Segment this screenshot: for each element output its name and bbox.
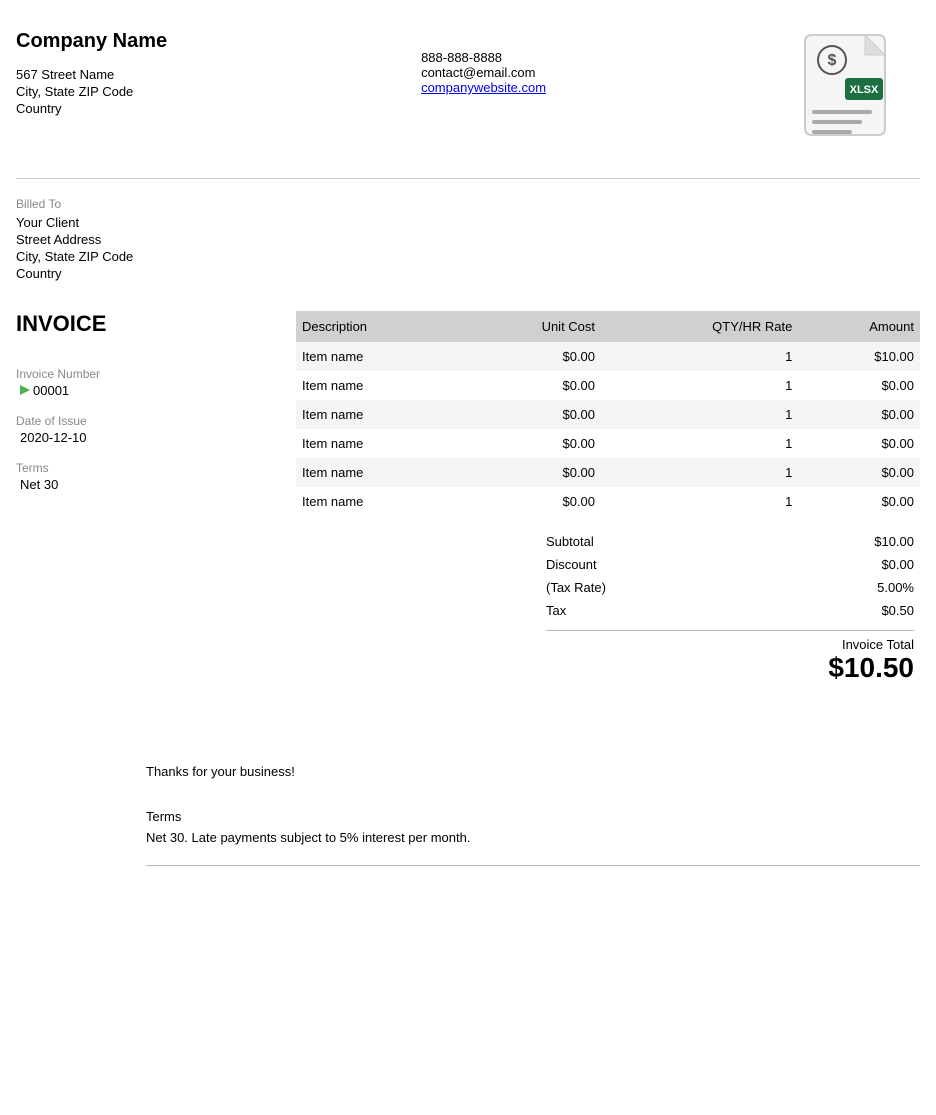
tax-label: Tax [546,603,566,618]
company-address-line1: 567 Street Name [16,67,167,82]
invoice-number-label: Invoice Number [16,367,276,381]
table-row: Item name $0.00 1 $0.00 [296,400,920,429]
footer-terms-text: Net 30. Late payments subject to 5% inte… [146,830,920,845]
cell-unit-cost: $0.00 [461,371,601,400]
invoice-left: INVOICE Invoice Number 00001 Date of Iss… [16,311,276,684]
billed-to-section: Billed To Your Client Street Address Cit… [16,179,920,301]
tax-rate-row: (Tax Rate) 5.00% [540,576,920,599]
cell-description: Item name [296,342,461,371]
invoice-date-value: 2020-12-10 [16,430,276,445]
client-city-state-zip: City, State ZIP Code [16,249,920,264]
invoice-total-label: Invoice Total [546,637,914,652]
cell-qty: 1 [601,400,798,429]
cell-qty: 1 [601,342,798,371]
client-street: Street Address [16,232,920,247]
footer-divider [146,865,920,866]
company-country: Country [16,101,167,116]
line-items-table: Description Unit Cost QTY/HR Rate Amount… [296,311,920,516]
cell-amount: $0.00 [798,429,920,458]
cell-qty: 1 [601,487,798,516]
cell-description: Item name [296,400,461,429]
billed-to-label: Billed To [16,197,920,211]
discount-row: Discount $0.00 [540,553,920,576]
svg-text:XLSX: XLSX [850,84,879,96]
footer-section: Thanks for your business! Terms Net 30. … [16,764,920,866]
footer-terms-label: Terms [146,809,920,824]
company-website[interactable]: companywebsite.com [421,80,546,95]
green-flag-icon [20,385,30,395]
header-section: Company Name 567 Street Name City, State… [16,30,920,179]
svg-text:$: $ [828,52,837,69]
invoice-body: INVOICE Invoice Number 00001 Date of Iss… [16,311,920,684]
invoice-table-section: Description Unit Cost QTY/HR Rate Amount… [296,311,920,684]
invoice-date-label: Date of Issue [16,414,276,428]
company-phone: 888-888-8888 [421,50,502,65]
cell-qty: 1 [601,429,798,458]
totals-table: Subtotal $10.00 Discount $0.00 (Tax Rate… [540,530,920,684]
cell-description: Item name [296,371,461,400]
company-email: contact@email.com [421,65,535,80]
subtotal-row: Subtotal $10.00 [540,530,920,553]
cell-unit-cost: $0.00 [461,429,601,458]
cell-unit-cost: $0.00 [461,458,601,487]
cell-qty: 1 [601,371,798,400]
col-header-qty: QTY/HR Rate [601,311,798,342]
cell-unit-cost: $0.00 [461,342,601,371]
subtotal-value: $10.00 [874,534,914,549]
table-row: Item name $0.00 1 $10.00 [296,342,920,371]
company-info: Company Name 567 Street Name City, State… [16,30,167,118]
cell-unit-cost: $0.00 [461,400,601,429]
client-name: Your Client [16,215,920,230]
invoice-terms-value: Net 30 [16,477,276,492]
tax-row: Tax $0.50 [540,599,920,622]
cell-qty: 1 [601,458,798,487]
discount-value: $0.00 [881,557,914,572]
cell-description: Item name [296,458,461,487]
table-row: Item name $0.00 1 $0.00 [296,371,920,400]
cell-amount: $0.00 [798,400,920,429]
cell-amount: $0.00 [798,458,920,487]
invoice-page: Company Name 567 Street Name City, State… [0,0,936,1115]
col-header-description: Description [296,311,461,342]
subtotal-label: Subtotal [546,534,594,549]
table-row: Item name $0.00 1 $0.00 [296,429,920,458]
invoice-number-value: 00001 [16,383,276,398]
footer-thanks: Thanks for your business! [146,764,920,779]
cell-description: Item name [296,429,461,458]
invoice-total-value: $10.50 [546,652,914,684]
company-address-line2: City, State ZIP Code [16,84,167,99]
company-name: Company Name [16,30,167,53]
discount-label: Discount [546,557,597,572]
tax-rate-value: 5.00% [877,580,914,595]
cell-description: Item name [296,487,461,516]
invoice-terms-label: Terms [16,461,276,475]
tax-rate-label: (Tax Rate) [546,580,606,595]
client-country: Country [16,266,920,281]
cell-amount: $0.00 [798,487,920,516]
totals-section: Subtotal $10.00 Discount $0.00 (Tax Rate… [296,530,920,684]
company-contact: 888-888-8888 contact@email.com companywe… [421,50,546,95]
col-header-amount: Amount [798,311,920,342]
tax-value: $0.50 [881,603,914,618]
table-row: Item name $0.00 1 $0.00 [296,487,920,516]
cell-amount: $0.00 [798,371,920,400]
col-header-unit-cost: Unit Cost [461,311,601,342]
cell-unit-cost: $0.00 [461,487,601,516]
cell-amount: $10.00 [798,342,920,371]
invoice-title: INVOICE [16,311,276,337]
table-row: Item name $0.00 1 $0.00 [296,458,920,487]
xlsx-icon: $ XLSX [800,30,910,160]
